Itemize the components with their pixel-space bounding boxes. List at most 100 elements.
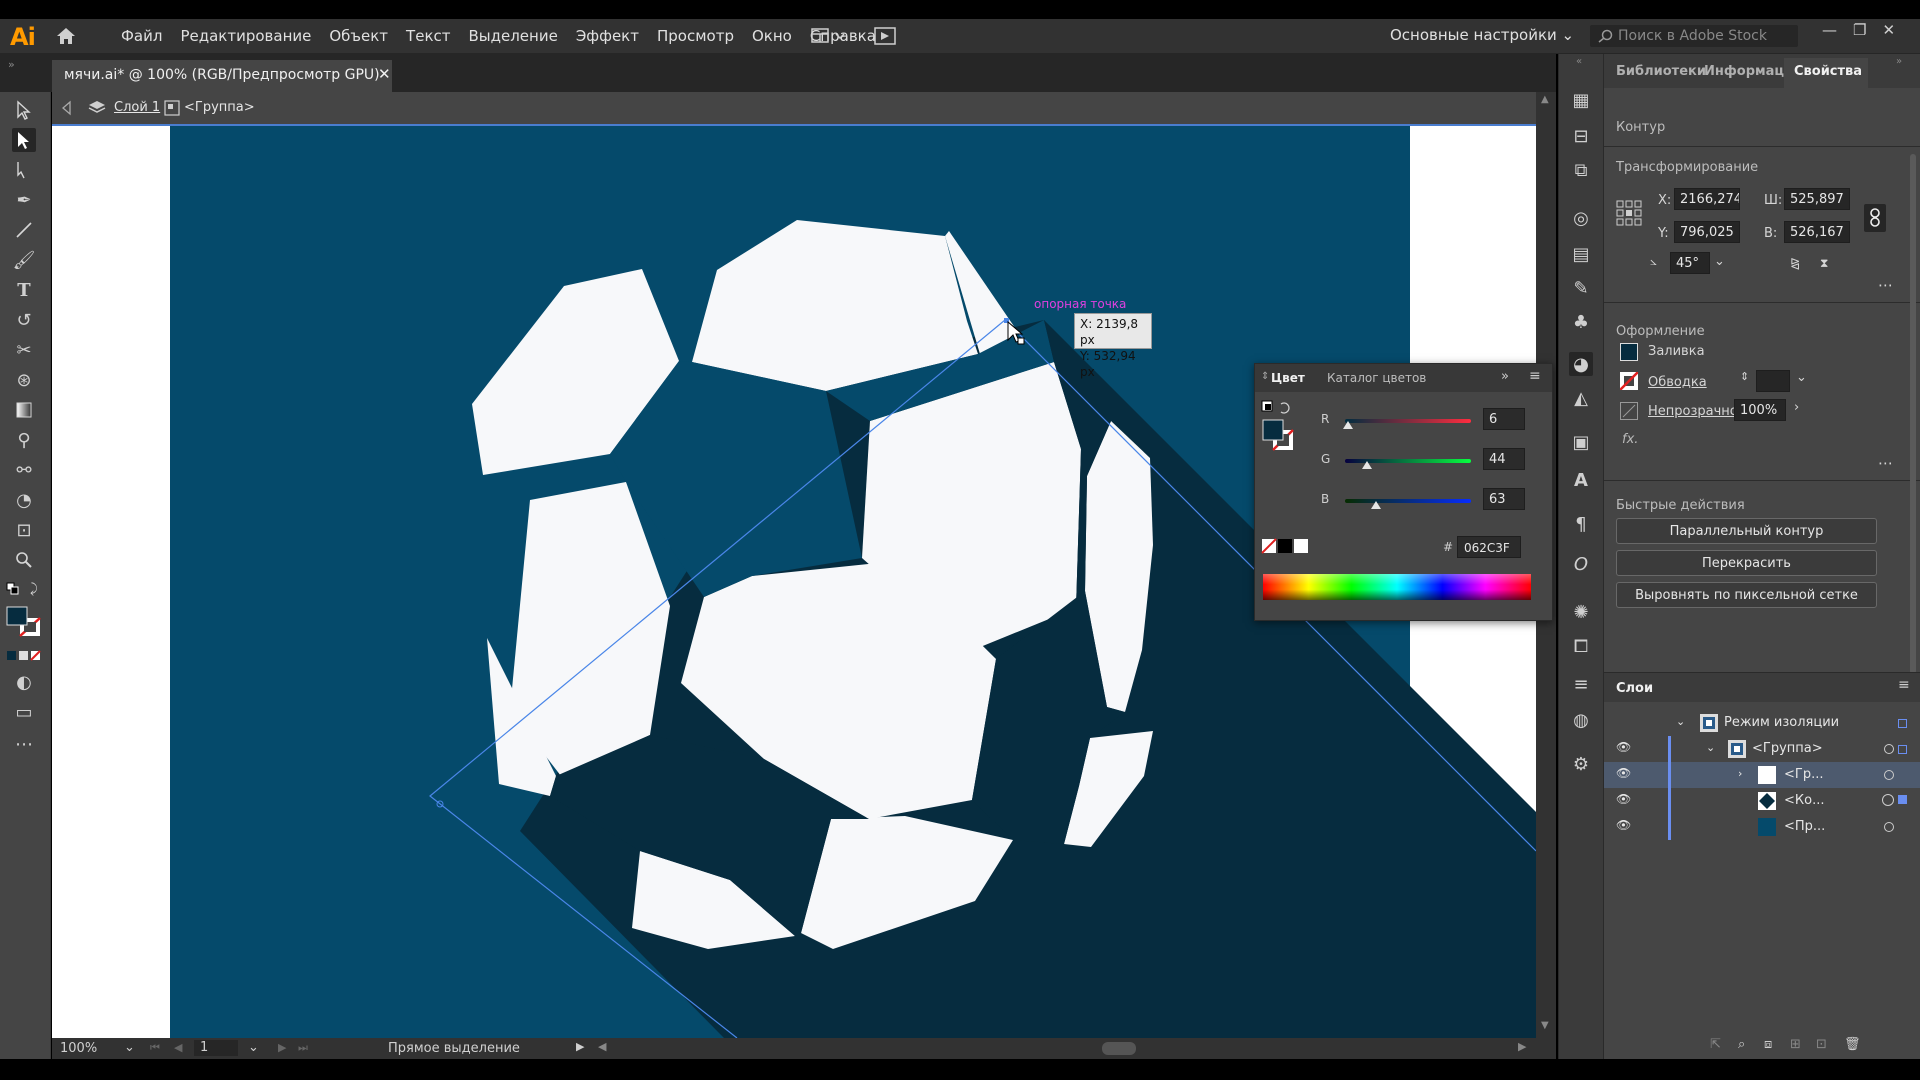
r-value[interactable]: 6 <box>1483 408 1525 430</box>
expand-chevron-icon[interactable]: ⌄ <box>1706 741 1715 754</box>
target-circle-icon[interactable] <box>1884 770 1894 780</box>
paragraph-panel-icon[interactable]: ¶ <box>1569 512 1593 536</box>
artboard-chevron-icon[interactable]: ⌄ <box>248 1040 259 1055</box>
artboard-tool-icon[interactable]: ⊡ <box>12 518 36 542</box>
none-black-white-swatches[interactable] <box>1261 538 1309 554</box>
artboards-panel-icon[interactable]: ▦ <box>1569 88 1593 112</box>
workspace-switcher[interactable]: Основные настройки ⌄ <box>1390 26 1574 44</box>
artboard-number-field[interactable]: 1 <box>194 1040 238 1056</box>
appearance-panel-icon[interactable]: ✺ <box>1569 600 1593 624</box>
stroke-stepper-icon[interactable]: ⇕ <box>1740 370 1749 383</box>
slider-thumb[interactable] <box>1343 421 1354 429</box>
stroke-weight-chevron-icon[interactable]: ⌄ <box>1796 370 1807 385</box>
g-slider[interactable] <box>1345 459 1471 469</box>
menu-type[interactable]: Текст <box>397 27 459 45</box>
minimize-icon[interactable]: — <box>1822 21 1837 39</box>
menu-view[interactable]: Просмотр <box>648 27 743 45</box>
panel-menu-icon[interactable]: ≡ <box>1529 368 1541 384</box>
transform-more-icon[interactable]: ⋯ <box>1878 276 1893 294</box>
collapsed-chevron-icon[interactable]: › <box>1738 767 1742 780</box>
target-circle-icon[interactable] <box>1884 822 1894 832</box>
arrange-documents-icon[interactable] <box>810 26 850 46</box>
menu-effect[interactable]: Эффект <box>567 27 648 45</box>
export-icon[interactable]: ⇱ <box>1710 1037 1721 1052</box>
locate-object-icon[interactable]: ⌕ <box>1738 1037 1745 1052</box>
menu-select[interactable]: Выделение <box>459 27 566 45</box>
layer-row-group[interactable]: 👁 ⌄ <Группа> <box>1604 736 1920 762</box>
scroll-up-icon[interactable]: ▲ <box>1541 94 1549 105</box>
gpu-preview-icon[interactable] <box>874 26 896 46</box>
new-layer-icon[interactable]: ⊡ <box>1816 1037 1827 1052</box>
next-artboard-icon[interactable]: ▶ <box>278 1041 286 1054</box>
group-selection-tool-icon[interactable] <box>12 158 36 182</box>
layer-row-path[interactable]: 👁 <Ко... <box>1604 788 1920 814</box>
screen-mode-icon[interactable]: ▭ <box>12 700 36 724</box>
document-tab[interactable]: мячи.ai* @ 100% (RGB/Предпросмотр GPU) ✕ <box>52 60 392 92</box>
breadcrumb-layer[interactable]: Слой 1 <box>114 100 160 115</box>
visibility-eye-icon[interactable]: 👁 <box>1616 740 1631 754</box>
clipping-mask-icon[interactable]: ⧈ <box>1764 1037 1772 1052</box>
delete-layer-icon[interactable]: 🗑 <box>1844 1037 1861 1052</box>
tab-color-guide[interactable]: Каталог цветов <box>1327 371 1426 385</box>
type-tool-icon[interactable]: T <box>12 278 36 302</box>
swap-colors-icon[interactable]: ⤸ <box>30 582 38 597</box>
rotate-tool-icon[interactable]: ↺ <box>12 308 36 332</box>
scroll-left-icon[interactable]: ◀ <box>598 1040 606 1053</box>
transparency-panel-icon[interactable]: ▣ <box>1569 430 1593 454</box>
stroke-weight-input[interactable] <box>1756 370 1790 392</box>
gradient-tool-icon[interactable] <box>12 398 36 422</box>
recolor-button[interactable]: Перекрасить <box>1616 550 1877 576</box>
close-tab-icon[interactable]: ✕ <box>378 65 391 83</box>
shape-builder-tool-icon[interactable]: ◔ <box>12 488 36 512</box>
b-slider[interactable] <box>1345 499 1471 509</box>
fx-icon[interactable]: fx. <box>1622 432 1638 447</box>
visibility-eye-icon[interactable]: 👁 <box>1616 818 1631 832</box>
layer-row-rect[interactable]: 👁 <Пр... <box>1604 814 1920 840</box>
scroll-down-icon[interactable]: ▼ <box>1541 1020 1549 1031</box>
color-spectrum[interactable] <box>1263 574 1531 600</box>
stroke-swatch[interactable] <box>1620 372 1638 390</box>
layers-panel-icon[interactable]: ≡ <box>1569 672 1593 696</box>
prev-artboard-icon[interactable]: ◀ <box>174 1041 182 1054</box>
fill-swatch[interactable] <box>1620 343 1638 361</box>
layers-menu-icon[interactable]: ≡ <box>1898 677 1910 693</box>
layer-selection-indicator[interactable] <box>1898 745 1907 754</box>
gradient-panel-icon[interactable]: ▤ <box>1569 242 1593 266</box>
breadcrumb-group[interactable]: <Группа> <box>184 100 255 115</box>
layer-selected-square[interactable] <box>1898 795 1907 804</box>
blend-tool-icon[interactable]: ⚯ <box>12 458 36 482</box>
zoom-chevron-icon[interactable]: ⌄ <box>124 1040 135 1055</box>
scissors-tool-icon[interactable]: ✂ <box>12 338 36 362</box>
x-input[interactable]: 2166,274 р <box>1674 188 1740 210</box>
layer-row-isolation[interactable]: ⌄ Режим изоляции <box>1604 710 1920 736</box>
scroll-right-icon[interactable]: ▶ <box>1518 1040 1526 1053</box>
zoom-tool-icon[interactable] <box>12 548 36 572</box>
target-circle-icon[interactable] <box>1884 744 1894 754</box>
opacity-arrow-icon[interactable]: › <box>1794 400 1799 415</box>
flip-vertical-icon[interactable]: ⧗ <box>1820 256 1828 271</box>
eyedropper-tool-icon[interactable]: ⚲ <box>12 428 36 452</box>
panel-fill-stroke-swatch[interactable] <box>1261 400 1295 456</box>
layer-selection-indicator[interactable] <box>1898 719 1907 728</box>
r-slider[interactable] <box>1343 419 1471 429</box>
asset-export-panel-icon[interactable]: ⚙ <box>1569 752 1593 776</box>
stock-search-input[interactable]: Поиск в Adobe Stock <box>1590 25 1798 47</box>
hex-input[interactable]: 062C3F <box>1457 536 1521 558</box>
first-artboard-icon[interactable]: ⏮ <box>150 1041 160 1055</box>
status-menu-arrow-icon[interactable]: ▶ <box>576 1040 584 1053</box>
horizontal-scroll-thumb[interactable] <box>1102 1042 1136 1055</box>
tab-color[interactable]: Цвет <box>1271 371 1305 385</box>
height-input[interactable]: 526,167 рх <box>1784 221 1850 243</box>
angle-input[interactable]: 45° <box>1670 252 1710 274</box>
reference-point-icon[interactable] <box>1616 200 1642 226</box>
align-panel-icon[interactable]: ⊟ <box>1569 124 1593 148</box>
layers-title[interactable]: Слои <box>1616 681 1653 696</box>
expand-chevron-icon[interactable]: ⌄ <box>1676 715 1685 728</box>
new-sublayer-icon[interactable]: ⊞ <box>1790 1037 1801 1052</box>
back-arrow-icon[interactable] <box>60 100 76 116</box>
menu-object[interactable]: Объект <box>320 27 397 45</box>
y-input[interactable]: 796,025 рх <box>1674 221 1740 243</box>
collapse-toolbar-icon[interactable]: » <box>8 58 15 71</box>
graphic-styles-panel-icon[interactable]: ⧠ <box>1569 634 1593 658</box>
direct-selection-tool-icon[interactable] <box>12 128 36 152</box>
